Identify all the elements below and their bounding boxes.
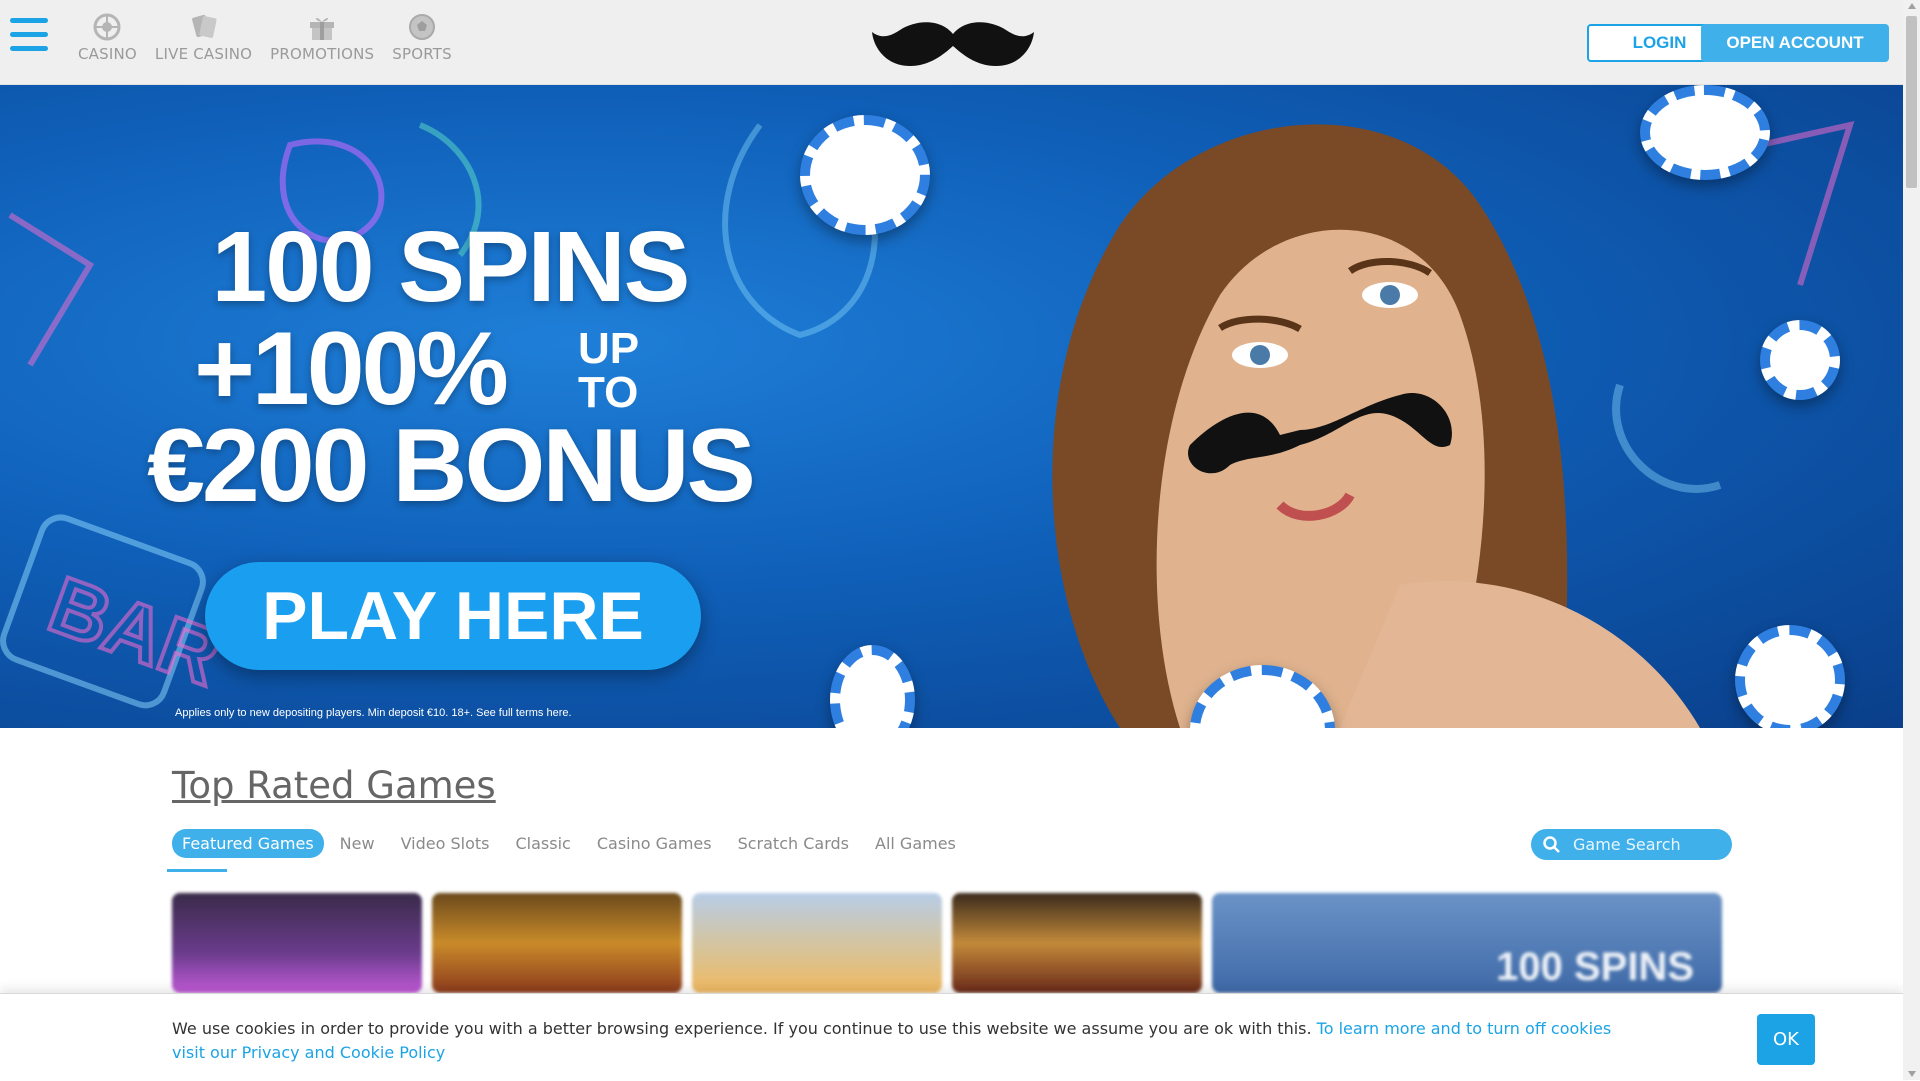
scroll-down-arrow-icon[interactable]: [1908, 1071, 1916, 1077]
play-here-button[interactable]: PLAY HERE: [205, 562, 701, 670]
cookie-text: We use cookies in order to provide you w…: [172, 1019, 1312, 1038]
nav-item-live-casino[interactable]: LIVE CASINO: [155, 12, 252, 63]
cookie-banner: We use cookies in order to provide you w…: [0, 993, 1903, 1081]
menu-button[interactable]: [10, 18, 48, 60]
hero-up-to: UP TO: [578, 327, 639, 415]
search-icon: [1543, 835, 1560, 853]
hero-headline-spins: 100 SPINS: [211, 211, 691, 323]
hero-up: UP: [578, 324, 640, 373]
poker-chip: [800, 115, 930, 235]
hero-terms[interactable]: Applies only to new depositing players. …: [175, 707, 572, 719]
game-tiles: 100 SPINS: [172, 893, 1722, 993]
tab-video-slots[interactable]: Video Slots: [391, 829, 500, 858]
scrollbar-thumb[interactable]: [1906, 16, 1917, 188]
game-category-tabs: Featured Games New Video Slots Classic C…: [172, 829, 972, 858]
poker-chip: [1735, 625, 1845, 728]
game-tile[interactable]: [172, 893, 422, 993]
football-icon: [409, 14, 436, 40]
game-search-input[interactable]: [1571, 834, 1725, 855]
hero-model-image: [1052, 124, 1700, 728]
promo-tile-text: 100 SPINS: [1496, 945, 1694, 989]
nav-item-sports[interactable]: SPORTS: [392, 12, 452, 63]
nav-label-sports: SPORTS: [392, 45, 452, 63]
nav-item-promotions[interactable]: PROMOTIONS: [270, 12, 374, 63]
game-tile[interactable]: [952, 893, 1202, 993]
cookie-ok-button[interactable]: OK: [1757, 1014, 1815, 1065]
game-tile[interactable]: [692, 893, 942, 993]
scroll-up-arrow-icon[interactable]: [1908, 3, 1916, 9]
tab-new[interactable]: New: [330, 829, 385, 858]
mustache-logo[interactable]: [870, 16, 1036, 70]
hamburger-line: [10, 46, 48, 51]
site-header: CASINO LIVE CASINO PROMOTIONS SPORTS LOG…: [0, 0, 1903, 85]
tab-active-indicator: [167, 869, 227, 872]
poker-chip: [1640, 85, 1770, 180]
hero-headline-bonus: €200 BONUS: [147, 408, 756, 524]
nav-label-live-casino: LIVE CASINO: [154, 45, 253, 63]
hero-banner[interactable]: BAR 100 SPINS +100% UP TO €200 BONUS PLA…: [0, 85, 1903, 728]
game-search[interactable]: [1531, 829, 1732, 860]
gift-icon: [310, 17, 335, 40]
tab-scratch-cards[interactable]: Scratch Cards: [728, 829, 859, 858]
poker-chip: [1760, 320, 1840, 400]
game-tile[interactable]: [432, 893, 682, 993]
tab-classic[interactable]: Classic: [506, 829, 581, 858]
roulette-icon: [93, 13, 121, 41]
main-nav: CASINO LIVE CASINO PROMOTIONS SPORTS: [78, 12, 452, 63]
game-promo-tile[interactable]: 100 SPINS: [1212, 893, 1722, 993]
cookie-message: We use cookies in order to provide you w…: [172, 1017, 1622, 1065]
tab-featured-games[interactable]: Featured Games: [172, 829, 324, 858]
cards-icon: [191, 14, 217, 38]
open-account-button[interactable]: OPEN ACCOUNT: [1701, 24, 1889, 62]
nav-item-casino[interactable]: CASINO: [78, 12, 137, 63]
hamburger-line: [10, 18, 48, 23]
tab-casino-games[interactable]: Casino Games: [587, 829, 722, 858]
nav-label-casino: CASINO: [78, 45, 137, 63]
page-scrollbar[interactable]: [1903, 0, 1920, 1080]
section-title-top-rated: Top Rated Games: [172, 764, 496, 807]
hamburger-line: [10, 32, 48, 37]
nav-label-promotions: PROMOTIONS: [270, 45, 375, 63]
tab-all-games[interactable]: All Games: [865, 829, 966, 858]
